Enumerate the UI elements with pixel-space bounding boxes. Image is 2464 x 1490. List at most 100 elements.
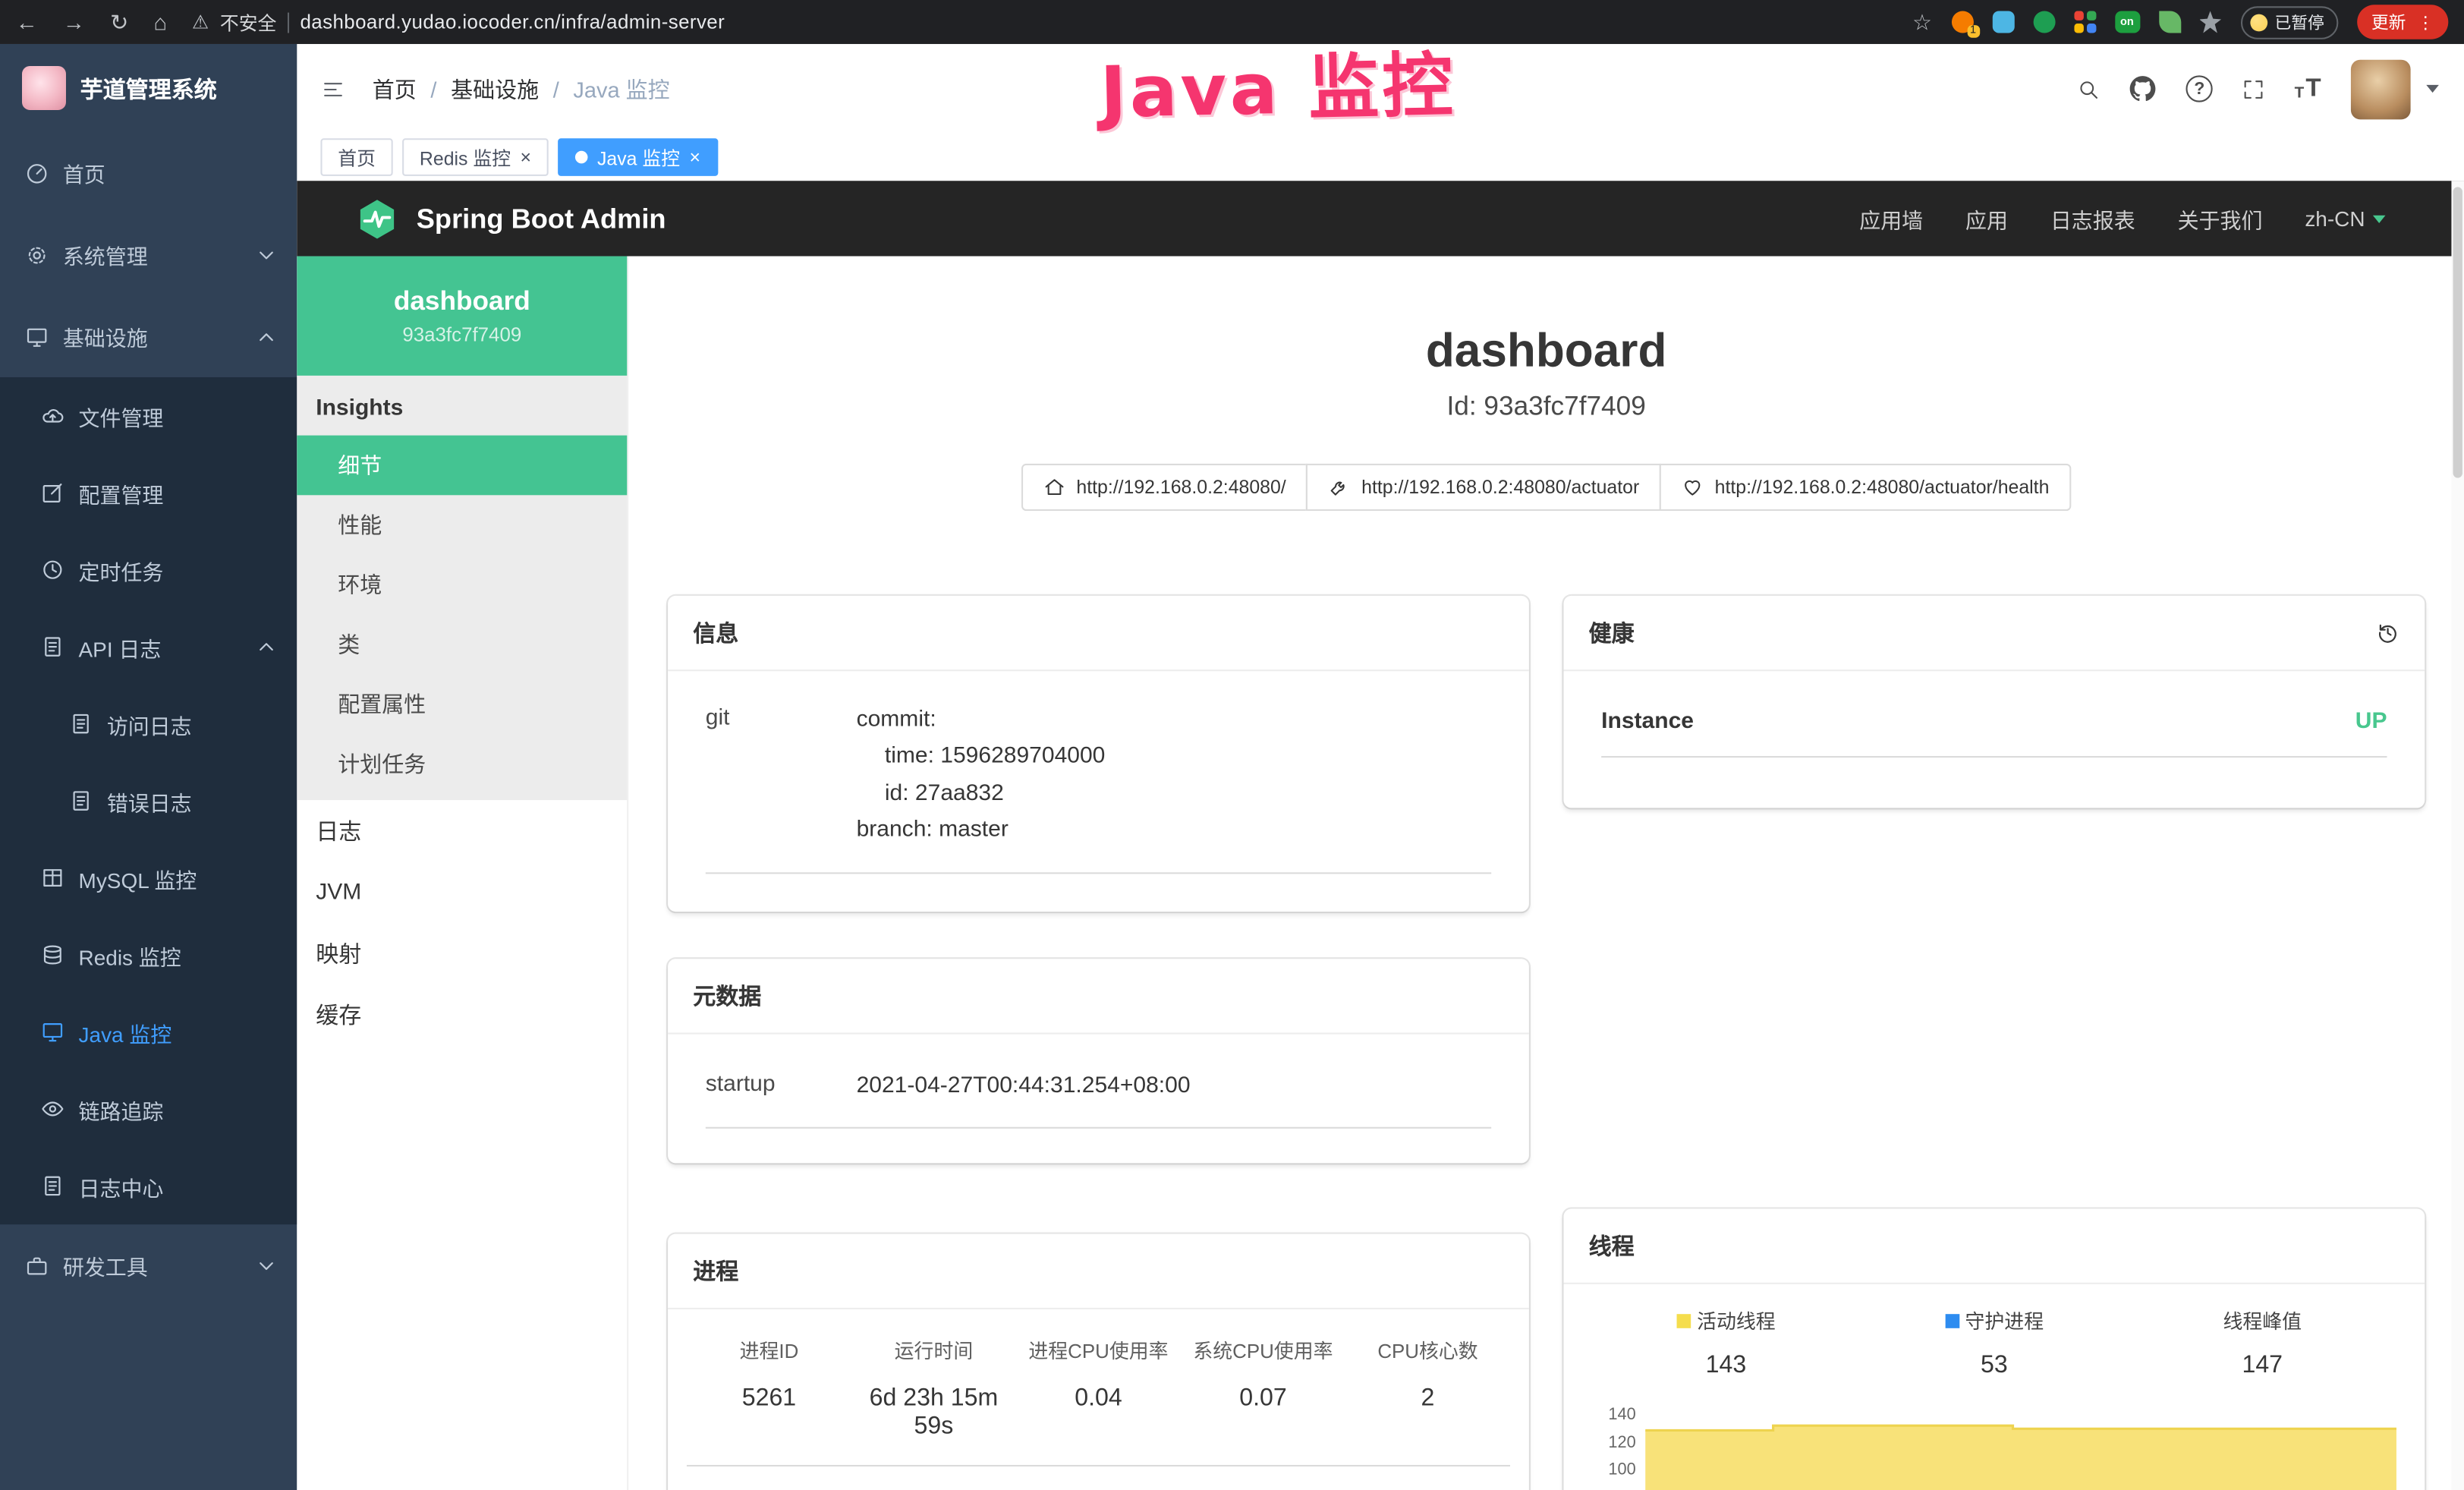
side-item-jvm[interactable]: JVM (297, 862, 627, 923)
header-actions: ? TT (2078, 59, 2439, 119)
sba-nav-about[interactable]: 关于我们 (2178, 203, 2263, 234)
tab-active-dot (575, 151, 588, 164)
sba-nav-wallboard[interactable]: 应用墙 (1859, 203, 1923, 234)
tab-close-icon[interactable]: × (690, 148, 701, 167)
insight-item-config-props[interactable]: 配置属性 (297, 674, 627, 734)
insight-item-details[interactable]: 细节 (297, 436, 627, 496)
sidebar-item-java-monitor[interactable]: Java 监控 (0, 994, 297, 1070)
history-icon[interactable] (2376, 621, 2399, 644)
document-icon (41, 1174, 65, 1198)
side-item-caches[interactable]: 缓存 (297, 984, 627, 1045)
sidebar-item-log-center[interactable]: 日志中心 (0, 1148, 297, 1224)
document-icon (41, 635, 65, 659)
sidebar-item-mysql-monitor[interactable]: MySQL 监控 (0, 840, 297, 916)
tab-java-monitor[interactable]: Java 监控 × (558, 138, 718, 176)
breadcrumb-home[interactable]: 首页 (373, 73, 417, 104)
insight-item-scheduled-tasks[interactable]: 计划任务 (297, 734, 627, 794)
insight-item-environment[interactable]: 环境 (297, 555, 627, 615)
search-icon[interactable] (2078, 78, 2100, 100)
sidebar-item-label: 基础设施 (63, 320, 148, 351)
info-row: git commit: time: 1596289704000 id: 27aa… (706, 690, 1491, 874)
help-icon[interactable]: ? (2186, 75, 2213, 102)
extension-leaf-icon[interactable] (2158, 11, 2180, 33)
link-url: http://192.168.0.2:48080/ (1076, 476, 1285, 498)
paused-badge[interactable]: 已暂停 (2240, 5, 2338, 38)
side-item-mappings[interactable]: 映射 (297, 923, 627, 984)
sba-nav-journal[interactable]: 日志报表 (2050, 203, 2135, 234)
paused-label: 已暂停 (2274, 10, 2324, 33)
side-item-logs[interactable]: 日志 (297, 800, 627, 862)
sidebar-item-dev-tools[interactable]: 研发工具 (0, 1224, 297, 1306)
sidebar-item-config-management[interactable]: 配置管理 (0, 454, 297, 531)
sidebar-item-redis-monitor[interactable]: Redis 监控 (0, 916, 297, 993)
update-button[interactable]: 更新⋮ (2357, 5, 2448, 39)
instance-detail-panel: dashboard Id: 93a3fc7f7409 http://192.16… (628, 257, 2464, 1490)
health-row[interactable]: Instance UP (1601, 709, 2387, 758)
sidebar-item-system-management[interactable]: 系统管理 (0, 214, 297, 296)
kebab-menu-icon[interactable]: ⋮ (2417, 12, 2434, 33)
card-title: 元数据 (693, 979, 761, 1012)
app-logo: 芋道管理系统 (0, 44, 297, 132)
process-card: 进程 进程ID 5261 运行时间 6d 23h 15m 59 (668, 1234, 1529, 1490)
cloud-upload-icon (41, 404, 65, 427)
sidebar-item-access-logs[interactable]: 访问日志 (0, 685, 297, 762)
cards-grid: 信息 git commit: time: 1596289704000 id: 2… (628, 596, 2464, 1490)
breadcrumb-infrastructure[interactable]: 基础设施 (451, 73, 539, 104)
tab-close-icon[interactable]: × (520, 148, 531, 167)
scrollbar[interactable] (2451, 181, 2464, 1490)
tab-label: Java 监控 (597, 143, 680, 170)
insight-item-metrics[interactable]: 性能 (297, 495, 627, 555)
sidebar-item-trace[interactable]: 链路追踪 (0, 1070, 297, 1147)
sidebar-item-infrastructure[interactable]: 基础设施 (0, 295, 297, 377)
extension-on-toggle-icon[interactable]: on (2114, 11, 2139, 33)
font-size-icon[interactable]: TT (2295, 76, 2321, 101)
clock-icon (41, 558, 65, 581)
sba-nav-applications[interactable]: 应用 (1965, 203, 2008, 234)
reload-icon[interactable]: ↻ (110, 8, 128, 35)
chevron-up-icon (254, 325, 278, 348)
locale-selector[interactable]: zh-CN (2305, 206, 2385, 230)
sidebar-item-label: 错误日志 (107, 785, 192, 816)
address-bar[interactable]: ⚠ 不安全 dashboard.yudao.iocoder.cn/infra/a… (192, 8, 1912, 35)
sba-brand[interactable]: Spring Boot Admin (354, 197, 666, 240)
extension-grid-icon[interactable] (2073, 11, 2095, 33)
hamburger-icon[interactable] (323, 78, 345, 100)
extension-orange-icon[interactable]: 1 (1951, 11, 1973, 33)
browser-home-icon[interactable]: ⌂ (153, 9, 167, 34)
avatar[interactable] (2351, 59, 2411, 119)
back-icon[interactable]: ← (16, 9, 38, 34)
link-url: http://192.168.0.2:48080/actuator (1361, 476, 1639, 498)
dashboard-icon (25, 161, 49, 184)
tab-redis-monitor[interactable]: Redis 监控 × (402, 138, 549, 176)
sidebar-item-label: 研发工具 (63, 1249, 148, 1281)
sidebar-item-api-logs[interactable]: API 日志 (0, 608, 297, 685)
instance-header[interactable]: dashboard 93a3fc7f7409 (297, 257, 627, 376)
sidebar-item-file-management[interactable]: 文件管理 (0, 377, 297, 454)
instance-sidebar: dashboard 93a3fc7f7409 Insights 细节 性能 环境… (297, 257, 628, 1490)
threads-card: 线程 活动线程 143 守护进程 53 (1563, 1208, 2425, 1490)
sidebar-item-label: 链路追踪 (79, 1093, 164, 1124)
extension-star-icon[interactable] (2199, 11, 2221, 33)
extension-blue-icon[interactable] (1992, 11, 2014, 33)
stat-cpu-cores: CPU核心数 2 (1345, 1335, 1510, 1442)
chevron-down-icon (2426, 85, 2439, 93)
bookmark-star-icon[interactable]: ☆ (1912, 8, 1932, 35)
forward-icon[interactable]: → (63, 9, 85, 34)
breadcrumb-separator: / (430, 76, 436, 101)
instance-link-actuator[interactable]: http://192.168.0.2:48080/actuator (1307, 464, 1662, 511)
tab-home[interactable]: 首页 (320, 138, 392, 176)
metadata-card: 元数据 startup 2021-04-27T00:44:31.254+08:0… (668, 959, 1529, 1164)
legend-daemon-threads: 守护进程 53 (1860, 1305, 2128, 1380)
scrollbar-thumb[interactable] (2453, 187, 2462, 477)
sidebar-item-home[interactable]: 首页 (0, 132, 297, 214)
github-icon[interactable] (2129, 75, 2156, 102)
instance-title: dashboard (628, 326, 2464, 379)
extension-green-circle-icon[interactable] (2033, 11, 2055, 33)
instance-link-health[interactable]: http://192.168.0.2:48080/actuator/health (1660, 464, 2071, 511)
sidebar-item-error-logs[interactable]: 错误日志 (0, 762, 297, 839)
sidebar-item-scheduled-jobs[interactable]: 定时任务 (0, 531, 297, 608)
monitor-icon (41, 1020, 65, 1044)
instance-link-root[interactable]: http://192.168.0.2:48080/ (1021, 464, 1308, 511)
insight-item-classes[interactable]: 类 (297, 615, 627, 675)
fullscreen-icon[interactable] (2242, 78, 2264, 100)
